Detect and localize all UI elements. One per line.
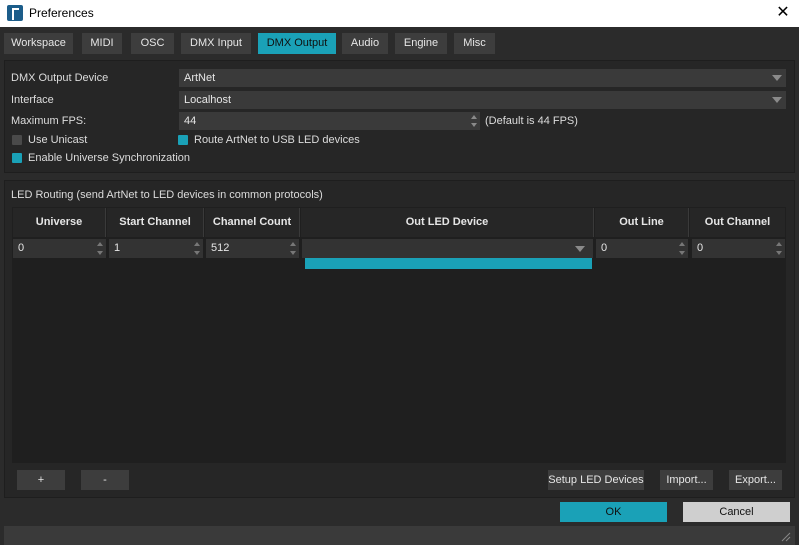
tab-engine[interactable]: Engine (395, 33, 447, 54)
column-header-start-channel[interactable]: Start Channel (107, 208, 204, 237)
cancel-button[interactable]: Cancel (683, 502, 790, 522)
use-unicast-checkbox[interactable] (12, 135, 22, 145)
tab-midi[interactable]: MIDI (82, 33, 122, 54)
chevron-down-icon (772, 75, 782, 81)
cell-out-channel-value: 0 (697, 242, 704, 254)
led-routing-title: LED Routing (send ArtNet to LED devices … (11, 189, 323, 201)
spin-up-icon[interactable] (776, 242, 782, 246)
chevron-down-icon (772, 97, 782, 103)
app-logo-icon (7, 5, 23, 21)
spin-up-icon[interactable] (97, 242, 103, 246)
import-button[interactable]: Import... (660, 470, 713, 490)
cell-out-line-value: 0 (601, 242, 608, 254)
spin-down-icon[interactable] (194, 251, 200, 255)
dmx-output-device-label: DMX Output Device (11, 72, 109, 84)
cell-out-line[interactable]: 0 (596, 239, 688, 258)
tab-audio[interactable]: Audio (342, 33, 388, 54)
cell-start-channel-value: 1 (114, 242, 121, 254)
cell-out-led-device-combo[interactable] (302, 239, 593, 258)
dmx-output-device-value: ArtNet (184, 72, 216, 84)
led-device-dropdown-list[interactable] (305, 258, 592, 269)
status-bar (4, 526, 795, 545)
spin-down-icon[interactable] (97, 251, 103, 255)
tab-bar: Workspace MIDI OSC DMX Input DMX Output … (0, 27, 799, 56)
resize-grip-icon[interactable] (781, 532, 791, 542)
spin-up-icon[interactable] (471, 115, 477, 119)
use-unicast-label[interactable]: Use Unicast (28, 134, 87, 146)
interface-value: Localhost (184, 94, 232, 106)
spin-down-icon[interactable] (290, 251, 296, 255)
ok-button[interactable]: OK (560, 502, 667, 522)
fps-default-note: (Default is 44 FPS) (485, 115, 578, 127)
tab-dmx-output[interactable]: DMX Output (258, 33, 336, 54)
spin-down-icon[interactable] (471, 123, 477, 127)
interface-combo[interactable]: Localhost (179, 91, 786, 109)
route-artnet-label[interactable]: Route ArtNet to USB LED devices (194, 134, 360, 146)
maximum-fps-label: Maximum FPS: (11, 115, 87, 127)
spin-up-icon[interactable] (679, 242, 685, 246)
window-title: Preferences (29, 6, 94, 20)
cell-out-channel[interactable]: 0 (692, 239, 785, 258)
column-header-out-line[interactable]: Out Line (595, 208, 689, 237)
column-header-out-channel[interactable]: Out Channel (690, 208, 785, 237)
chevron-down-icon (575, 246, 585, 252)
cell-start-channel[interactable]: 1 (109, 239, 203, 258)
tab-osc[interactable]: OSC (131, 33, 174, 54)
tab-misc[interactable]: Misc (454, 33, 495, 54)
route-artnet-checkbox[interactable] (178, 135, 188, 145)
cell-channel-count-value: 512 (211, 242, 230, 254)
column-header-universe[interactable]: Universe (13, 208, 106, 237)
dmx-output-device-combo[interactable]: ArtNet (179, 69, 786, 87)
spin-down-icon[interactable] (679, 251, 685, 255)
interface-label: Interface (11, 94, 54, 106)
setup-led-devices-button[interactable]: Setup LED Devices (548, 470, 644, 490)
remove-row-button[interactable]: - (81, 470, 129, 490)
add-row-button[interactable]: + (17, 470, 65, 490)
spin-down-icon[interactable] (776, 251, 782, 255)
maximum-fps-value: 44 (184, 115, 197, 127)
cell-channel-count[interactable]: 512 (206, 239, 299, 258)
tab-dmx-input[interactable]: DMX Input (181, 33, 251, 54)
tab-workspace[interactable]: Workspace (4, 33, 73, 54)
spin-up-icon[interactable] (290, 242, 296, 246)
spin-up-icon[interactable] (194, 242, 200, 246)
cell-universe[interactable]: 0 (13, 239, 106, 258)
enable-universe-sync-checkbox[interactable] (12, 153, 22, 163)
title-bar: Preferences ✕ (0, 0, 799, 27)
column-header-channel-count[interactable]: Channel Count (205, 208, 300, 237)
cell-universe-value: 0 (18, 242, 25, 254)
enable-universe-sync-label[interactable]: Enable Universe Synchronization (28, 152, 190, 164)
maximum-fps-spinbox[interactable]: 44 (179, 112, 480, 130)
column-header-out-led-device[interactable]: Out LED Device (301, 208, 594, 237)
close-icon[interactable]: ✕ (773, 3, 793, 23)
export-button[interactable]: Export... (729, 470, 782, 490)
